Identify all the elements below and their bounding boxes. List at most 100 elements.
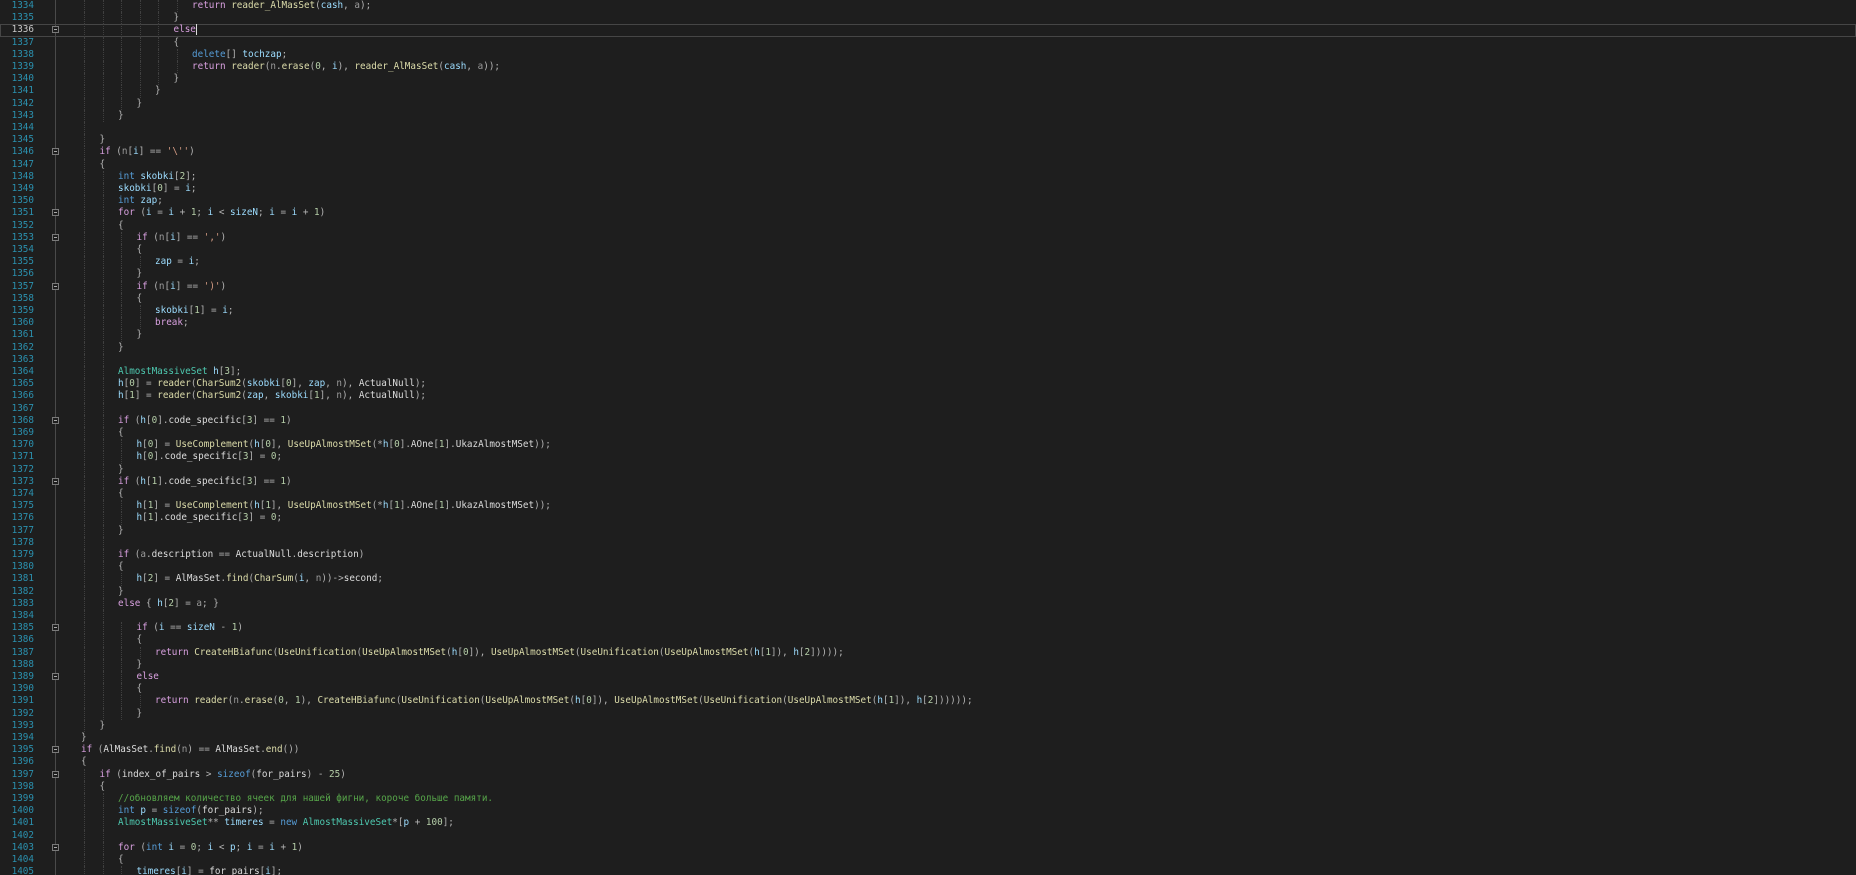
line-number[interactable]: 1350 xyxy=(0,195,34,207)
code-line[interactable]: 1358 { xyxy=(0,292,1856,305)
code-line[interactable]: 1393} xyxy=(0,719,1856,732)
code-line[interactable]: 1404 { xyxy=(0,854,1856,867)
line-number[interactable]: 1367 xyxy=(0,403,34,415)
code-text[interactable]: if (h[0].code_specific[3] == 1) xyxy=(118,415,292,427)
line-number[interactable]: 1380 xyxy=(0,561,34,573)
line-number[interactable]: 1376 xyxy=(0,512,34,524)
code-text[interactable]: { xyxy=(118,427,124,439)
line-number[interactable]: 1372 xyxy=(0,464,34,476)
code-text[interactable]: if (n[i] == ',') xyxy=(137,232,227,244)
code-line[interactable]: 1344 xyxy=(0,122,1856,135)
line-number[interactable]: 1381 xyxy=(0,573,34,585)
code-line[interactable]: 1360 break; xyxy=(0,317,1856,330)
code-text[interactable]: return CreateHBiafunc(UseUnification(Use… xyxy=(155,647,844,659)
line-number[interactable]: 1400 xyxy=(0,805,34,817)
collapse-region-icon[interactable] xyxy=(52,209,59,217)
code-text[interactable]: zap = i; xyxy=(155,256,200,268)
code-text[interactable]: { xyxy=(174,37,180,49)
line-number[interactable]: 1342 xyxy=(0,98,34,110)
line-number[interactable]: 1334 xyxy=(0,0,34,12)
code-line[interactable]: 1368 if (h[0].code_specific[3] == 1) xyxy=(0,414,1856,427)
code-line[interactable]: 1365 h[0] = reader(CharSum2(skobki[0], za… xyxy=(0,378,1856,391)
code-line[interactable]: 1384 xyxy=(0,610,1856,623)
line-number[interactable]: 1344 xyxy=(0,122,34,134)
code-text[interactable]: h[2] = AlMasSet.find(CharSum(i, n))->sec… xyxy=(137,573,383,585)
code-text[interactable]: } xyxy=(100,134,106,146)
collapse-region-icon[interactable] xyxy=(52,26,59,34)
line-number[interactable]: 1373 xyxy=(0,476,34,488)
code-line[interactable]: 1400 int p = sizeof(for_pairs); xyxy=(0,805,1856,818)
code-line[interactable]: 1378 xyxy=(0,536,1856,549)
code-text[interactable]: { xyxy=(100,159,106,171)
collapse-region-icon[interactable] xyxy=(52,416,59,424)
code-line[interactable]: 1354 { xyxy=(0,244,1856,257)
code-text[interactable]: int p = sizeof(for_pairs); xyxy=(118,805,264,817)
code-line[interactable]: 1397 if (index_of_pairs > sizeof(for_pair… xyxy=(0,768,1856,781)
code-line[interactable]: 1377} xyxy=(0,524,1856,537)
line-number[interactable]: 1371 xyxy=(0,451,34,463)
code-line[interactable]: 1390 { xyxy=(0,683,1856,696)
code-text[interactable]: else xyxy=(174,24,197,36)
collapse-region-icon[interactable] xyxy=(52,770,59,778)
code-text[interactable]: } xyxy=(118,525,124,537)
code-line[interactable]: 1340} xyxy=(0,73,1856,86)
line-number[interactable]: 1353 xyxy=(0,232,34,244)
line-number[interactable]: 1402 xyxy=(0,830,34,842)
line-number[interactable]: 1377 xyxy=(0,525,34,537)
code-line[interactable]: 1348 int skobki[2]; xyxy=(0,170,1856,183)
code-text[interactable]: h[1].code_specific[3] = 0; xyxy=(137,512,283,524)
line-number[interactable]: 1363 xyxy=(0,354,34,366)
collapse-region-icon[interactable] xyxy=(52,233,59,241)
line-number[interactable]: 1348 xyxy=(0,171,34,183)
line-number[interactable]: 1352 xyxy=(0,220,34,232)
line-number[interactable]: 1357 xyxy=(0,281,34,293)
line-number[interactable]: 1347 xyxy=(0,159,34,171)
code-text[interactable]: skobki[0] = i; xyxy=(118,183,196,195)
line-number[interactable]: 1343 xyxy=(0,110,34,122)
line-number[interactable]: 1401 xyxy=(0,817,34,829)
code-text[interactable]: if (i == sizeN - 1) xyxy=(137,622,243,634)
code-line[interactable]: 1352 { xyxy=(0,219,1856,232)
code-line[interactable]: 1339 return reader(n.erase(0, i), reader_… xyxy=(0,61,1856,74)
code-text[interactable]: } xyxy=(118,342,124,354)
line-number[interactable]: 1346 xyxy=(0,146,34,158)
line-number[interactable]: 1340 xyxy=(0,73,34,85)
code-line[interactable]: 1343} xyxy=(0,109,1856,122)
code-text[interactable]: } xyxy=(155,85,161,97)
line-number[interactable]: 1360 xyxy=(0,317,34,329)
code-line[interactable]: 1337 { xyxy=(0,36,1856,49)
line-number[interactable]: 1355 xyxy=(0,256,34,268)
line-number[interactable]: 1397 xyxy=(0,769,34,781)
line-number[interactable]: 1405 xyxy=(0,866,34,875)
code-line[interactable]: 1405 timeres[i] = for_pairs[i]; xyxy=(0,866,1856,875)
code-text[interactable]: skobki[1] = i; xyxy=(155,305,233,317)
line-number[interactable]: 1393 xyxy=(0,720,34,732)
code-text[interactable]: AlmostMassiveSet h[3]; xyxy=(118,366,241,378)
code-text[interactable]: { xyxy=(118,854,124,866)
line-number[interactable]: 1378 xyxy=(0,537,34,549)
code-line[interactable]: 1350 int zap; xyxy=(0,195,1856,208)
code-text[interactable]: { xyxy=(118,561,124,573)
line-number[interactable]: 1369 xyxy=(0,427,34,439)
line-number[interactable]: 1384 xyxy=(0,610,34,622)
code-line[interactable]: 1401 AlmostMassiveSet** timeres = new Alm… xyxy=(0,817,1856,830)
code-text[interactable]: //обновляем количество ячеек для нашей ф… xyxy=(118,793,493,805)
code-text[interactable]: break; xyxy=(155,317,189,329)
code-line[interactable]: 1366 h[1] = reader(CharSum2(zap, skobki[1… xyxy=(0,390,1856,403)
line-number[interactable]: 1366 xyxy=(0,390,34,402)
code-text[interactable]: else { h[2] = a; } xyxy=(118,598,219,610)
collapse-region-icon[interactable] xyxy=(52,746,59,754)
code-line[interactable]: 1353 if (n[i] == ',') xyxy=(0,231,1856,244)
line-number[interactable]: 1336 xyxy=(0,24,34,36)
line-number[interactable]: 1351 xyxy=(0,207,34,219)
code-line[interactable]: 1363 xyxy=(0,353,1856,366)
code-text[interactable]: return reader_AlMasSet(cash, a); xyxy=(192,0,371,12)
line-number[interactable]: 1399 xyxy=(0,793,34,805)
code-line[interactable]: 1391 return reader(n.erase(0, 1), CreateH… xyxy=(0,695,1856,708)
code-text[interactable]: if (n[i] == '\'') xyxy=(100,146,195,158)
code-text[interactable]: if (n[i] == ')') xyxy=(137,281,227,293)
code-line[interactable]: 1394} xyxy=(0,732,1856,744)
line-number[interactable]: 1335 xyxy=(0,12,34,24)
code-text[interactable]: } xyxy=(118,586,124,598)
line-number[interactable]: 1388 xyxy=(0,659,34,671)
